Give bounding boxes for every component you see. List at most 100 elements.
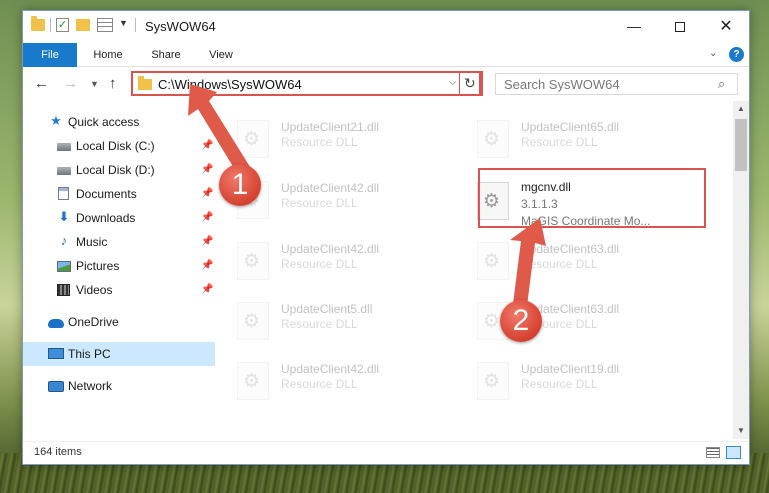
search-box[interactable]: ⌕ — [495, 73, 738, 95]
sidebar-item-label: Network — [68, 379, 113, 393]
file-type: Resource DLL — [521, 135, 598, 149]
sidebar-item-label: Quick access — [68, 115, 140, 129]
sidebar-item-local-disk-d[interactable]: Local Disk (D:) 📌 — [23, 158, 215, 182]
scroll-up-arrow-icon[interactable]: ▲ — [733, 101, 749, 117]
details-view-icon[interactable] — [706, 447, 720, 458]
address-bar[interactable]: C:\Windows\SysWOW64 ⌵ — [131, 71, 481, 96]
title-bar: ✓ ▼ SysWOW64 — ✕ — [23, 11, 749, 43]
pin-icon[interactable]: 📌 — [201, 134, 213, 158]
sidebar-item-label: Pictures — [76, 259, 120, 273]
tab-share[interactable]: Share — [141, 43, 191, 67]
dll-file-icon — [237, 302, 269, 340]
sidebar-item-videos[interactable]: Videos 📌 — [23, 278, 215, 302]
list-item[interactable]: UpdateClient42.dll Resource DLL — [237, 176, 467, 226]
folder-icon — [138, 76, 152, 90]
file-list: UpdateClient21.dll Resource DLL UpdateCl… — [215, 101, 732, 439]
tab-home[interactable]: Home — [83, 43, 133, 67]
refresh-button[interactable]: ↻ — [459, 71, 483, 96]
address-history-chevron-icon[interactable]: ⌵ — [449, 77, 457, 88]
search-input[interactable] — [496, 74, 716, 94]
scroll-down-arrow-icon[interactable]: ▼ — [733, 423, 749, 439]
sidebar-item-quick-access[interactable]: ★ Quick access — [23, 110, 215, 134]
address-path[interactable]: C:\Windows\SysWOW64 — [158, 77, 302, 92]
list-item[interactable]: UpdateClient65.dll Resource DLL — [477, 115, 707, 165]
dll-file-icon — [237, 242, 269, 280]
navigation-pane: ★ Quick access Local Disk (C:) 📌 Local D… — [23, 101, 215, 441]
file-type: Resource DLL — [281, 196, 358, 210]
file-name: UpdateClient42.dll — [281, 242, 380, 256]
refresh-icon: ↻ — [464, 75, 476, 91]
list-item[interactable]: UpdateClient42.dll Resource DLL — [237, 357, 467, 407]
up-arrow-icon[interactable]: ↑ — [109, 75, 117, 92]
dll-file-icon — [477, 242, 509, 280]
sidebar-item-this-pc[interactable]: This PC — [23, 342, 215, 366]
file-type: Resource DLL — [281, 135, 358, 149]
file-type: Resource DLL — [281, 377, 358, 391]
vertical-scrollbar[interactable]: ▲ ▼ — [733, 101, 749, 439]
sidebar-item-label: Documents — [76, 187, 137, 201]
dll-file-icon — [477, 362, 509, 400]
folder-icon[interactable] — [31, 16, 45, 31]
minimize-button[interactable]: — — [611, 11, 657, 42]
step-badge-1: 1 — [219, 164, 261, 206]
recent-locations-chevron-icon[interactable]: ▼ — [90, 79, 99, 89]
ribbon-tabs: File Home Share View ⌄ ? — [23, 43, 749, 67]
drive-icon — [57, 167, 71, 175]
navigation-bar: ← → ▼ ↑ C:\Windows\SysWOW64 ⌵ ↻ ⌕ — [23, 67, 749, 101]
video-icon — [57, 284, 70, 296]
dll-file-icon — [237, 120, 269, 158]
sidebar-item-documents[interactable]: Documents 📌 — [23, 182, 215, 206]
help-icon[interactable]: ? — [729, 47, 744, 62]
sidebar-item-downloads[interactable]: ⬇ Downloads 📌 — [23, 206, 215, 230]
maximize-icon — [675, 22, 685, 33]
properties-check-icon[interactable]: ✓ — [56, 18, 69, 32]
new-folder-icon[interactable] — [76, 19, 90, 31]
pin-icon[interactable]: 📌 — [201, 182, 213, 206]
expand-ribbon-chevron-icon[interactable]: ⌄ — [709, 48, 717, 59]
forward-arrow-icon[interactable]: → — [63, 75, 78, 92]
dll-file-icon — [237, 362, 269, 400]
tab-file[interactable]: File — [23, 43, 77, 67]
list-item[interactable]: UpdateClient63.dll Resource DLL — [477, 237, 707, 287]
dll-file-icon — [477, 120, 509, 158]
step-badge-2: 2 — [500, 300, 542, 342]
music-icon: ♪ — [60, 233, 68, 248]
window-title: SysWOW64 — [145, 19, 216, 34]
back-arrow-icon[interactable]: ← — [34, 75, 49, 92]
sidebar-item-pictures[interactable]: Pictures 📌 — [23, 254, 215, 278]
documents-icon — [58, 187, 69, 200]
customize-toolbar-chevron-icon[interactable]: ▼ — [119, 18, 128, 28]
scroll-thumb[interactable] — [735, 119, 747, 171]
pin-icon[interactable]: 📌 — [201, 206, 213, 230]
network-icon — [48, 381, 64, 392]
pin-icon[interactable]: 📌 — [201, 254, 213, 278]
list-item[interactable]: UpdateClient5.dll Resource DLL — [237, 297, 467, 347]
star-icon: ★ — [50, 113, 62, 128]
pin-icon[interactable]: 📌 — [201, 230, 213, 254]
item-count: 164 items — [34, 446, 82, 458]
file-type: Resource DLL — [521, 377, 598, 391]
sidebar-item-music[interactable]: ♪ Music 📌 — [23, 230, 215, 254]
sidebar-item-network[interactable]: Network — [23, 374, 215, 398]
file-name: UpdateClient65.dll — [521, 120, 620, 134]
cloud-icon — [48, 319, 64, 328]
tiles-view-icon[interactable] — [726, 446, 741, 459]
list-item[interactable]: UpdateClient42.dll Resource DLL — [237, 237, 467, 287]
file-name: UpdateClient19.dll — [521, 362, 620, 376]
toolbar-divider — [50, 18, 51, 32]
file-name: UpdateClient42.dll — [281, 362, 380, 376]
pin-icon[interactable]: 📌 — [201, 158, 213, 182]
sidebar-item-onedrive[interactable]: OneDrive — [23, 310, 215, 334]
sidebar-item-label: This PC — [68, 347, 111, 361]
tab-view[interactable]: View — [199, 43, 243, 67]
sidebar-item-label: Music — [76, 235, 108, 249]
file-name: UpdateClient21.dll — [281, 120, 380, 134]
maximize-button[interactable] — [657, 11, 703, 42]
search-icon[interactable]: ⌕ — [718, 76, 725, 92]
sidebar-item-local-disk-c[interactable]: Local Disk (C:) 📌 — [23, 134, 215, 158]
list-item[interactable]: UpdateClient19.dll Resource DLL — [477, 357, 707, 407]
list-icon[interactable] — [97, 18, 113, 32]
pin-icon[interactable]: 📌 — [201, 278, 213, 302]
close-button[interactable]: ✕ — [703, 11, 749, 42]
list-item[interactable]: UpdateClient21.dll Resource DLL — [237, 115, 467, 165]
